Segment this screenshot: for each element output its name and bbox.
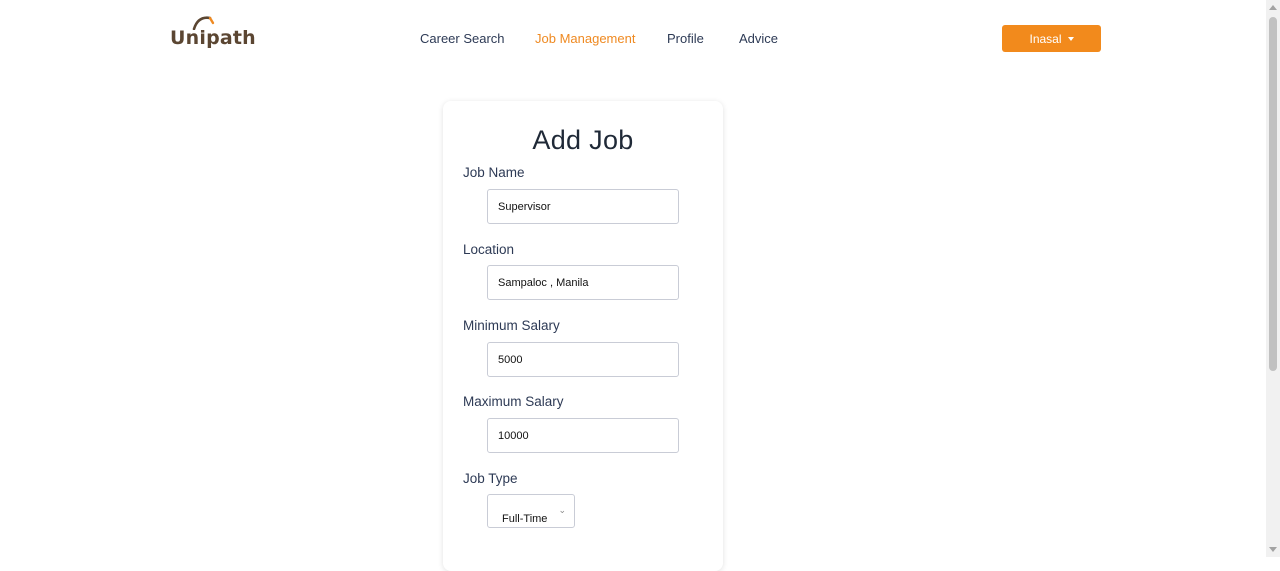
nav-career-search[interactable]: Career Search <box>420 31 505 46</box>
min-salary-input[interactable] <box>487 342 679 377</box>
caret-down-icon <box>1067 37 1074 41</box>
unipath-logo[interactable]: Unipath <box>170 14 256 54</box>
form-title: Add Job <box>532 125 634 155</box>
min-salary-label: Minimum Salary <box>463 318 560 333</box>
user-menu-button[interactable]: Inasal <box>1002 25 1101 52</box>
logo-wordmark: Unipath <box>170 27 256 49</box>
scroll-up-arrow-icon[interactable] <box>1269 5 1277 10</box>
nav-profile[interactable]: Profile <box>667 31 704 46</box>
job-type-selected: Full-Time <box>502 513 548 525</box>
scrollbar-thumb[interactable] <box>1269 17 1277 371</box>
nav-job-management[interactable]: Job Management <box>535 31 635 46</box>
job-name-label: Job Name <box>463 165 525 180</box>
chevron-down-icon: ⌄ <box>558 505 566 515</box>
job-type-select[interactable]: Full-Time ⌄ <box>487 494 575 528</box>
add-job-card: Add Job Job Name Location Minimum Salary… <box>443 101 723 571</box>
max-salary-input[interactable] <box>487 418 679 453</box>
location-label: Location <box>463 242 515 257</box>
job-type-label: Job Type <box>463 471 518 486</box>
top-navbar: Unipath Career Search Job Management Pro… <box>0 0 1266 78</box>
location-input[interactable] <box>487 265 679 300</box>
max-salary-label: Maximum Salary <box>463 394 564 409</box>
user-menu-label: Inasal <box>1029 31 1062 46</box>
scroll-down-arrow-icon[interactable] <box>1269 547 1277 552</box>
job-name-input[interactable] <box>487 189 679 224</box>
nav-advice[interactable]: Advice <box>739 31 778 46</box>
vertical-scrollbar[interactable] <box>1266 0 1280 557</box>
